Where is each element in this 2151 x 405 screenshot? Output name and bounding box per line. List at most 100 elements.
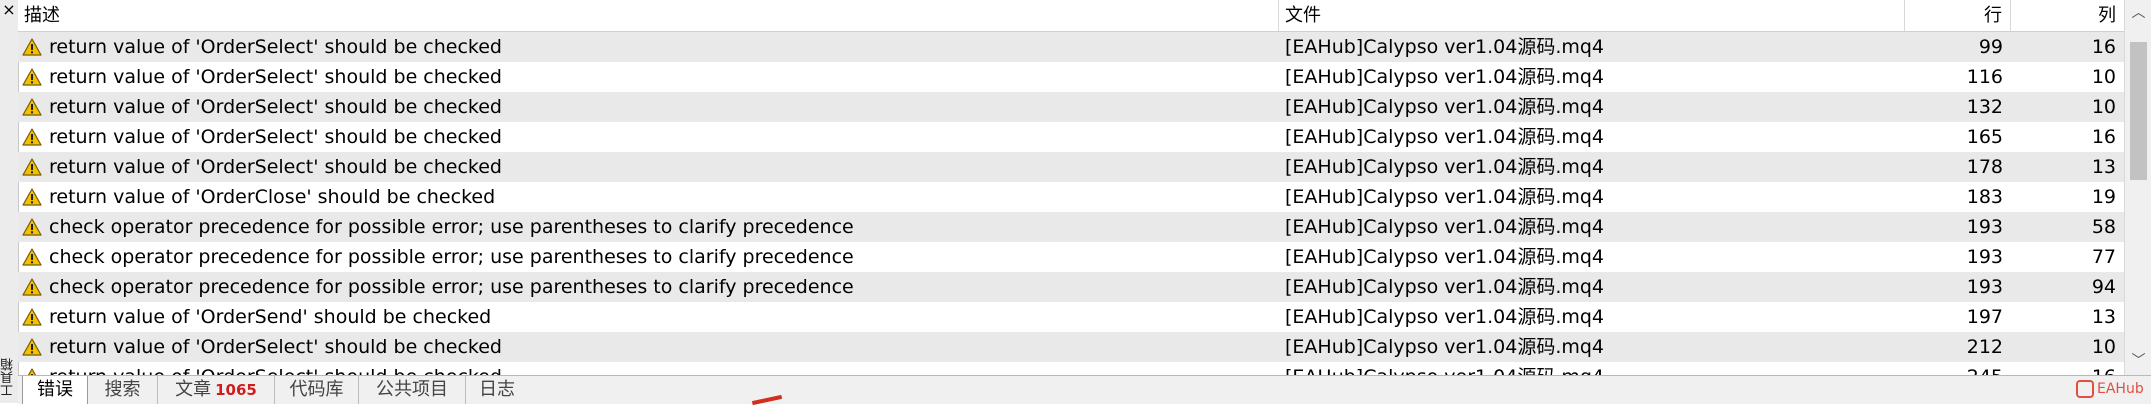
line-cell: 245 bbox=[1905, 362, 2003, 375]
table-row[interactable]: check operator precedence for possible e… bbox=[18, 212, 2124, 242]
table-row[interactable]: return value of 'OrderSelect' should be … bbox=[18, 32, 2124, 62]
close-icon[interactable]: × bbox=[1, 2, 17, 18]
scroll-down-icon[interactable]: ﹀ bbox=[2125, 348, 2151, 375]
description-cell: return value of 'OrderSelect' should be … bbox=[49, 96, 502, 118]
file-cell: [EAHub]Calypso ver1.04源码.mq4 bbox=[1285, 36, 1605, 58]
toolbox-panel: × 工具箱 bbox=[0, 0, 19, 403]
file-cell: [EAHub]Calypso ver1.04源码.mq4 bbox=[1285, 246, 1605, 268]
warning-icon bbox=[22, 367, 42, 375]
description-cell: return value of 'OrderSelect' should be … bbox=[49, 126, 502, 148]
description-cell: check operator precedence for possible e… bbox=[49, 276, 854, 298]
warning-icon bbox=[22, 67, 42, 87]
description-cell: return value of 'OrderSelect' should be … bbox=[49, 362, 1274, 375]
articles-count-badge: 1065 bbox=[215, 381, 257, 399]
table-row[interactable]: check operator precedence for possible e… bbox=[18, 242, 2124, 272]
watermark-text: EAHub bbox=[2097, 381, 2144, 397]
tab-label: 错误 bbox=[37, 379, 73, 400]
file-cell: [EAHub]Calypso ver1.04源码.mq4 bbox=[1285, 156, 1605, 178]
eahub-watermark: EAHub bbox=[2076, 378, 2144, 400]
warning-icon bbox=[22, 337, 42, 357]
tab-errors[interactable]: 错误 bbox=[22, 376, 88, 404]
file-cell: [EAHub]Calypso ver1.04源码.mq4 bbox=[1285, 362, 1900, 375]
file-cell: [EAHub]Calypso ver1.04源码.mq4 bbox=[1285, 276, 1605, 298]
file-cell: [EAHub]Calypso ver1.04源码.mq4 bbox=[1285, 336, 1605, 358]
column-cell: 58 bbox=[2091, 216, 2116, 238]
tab-label: 搜索 bbox=[104, 379, 141, 400]
table-row[interactable]: return value of 'OrderSelect' should be … bbox=[18, 152, 2124, 182]
line-cell: 132 bbox=[1966, 96, 2003, 118]
vertical-scrollbar[interactable]: ︿ ﹀ bbox=[2124, 0, 2151, 375]
tab-bar: 错误 搜索 文章 1065 代码库 公共项目 日志 bbox=[18, 375, 2151, 404]
description-cell: return value of 'OrderSelect' should be … bbox=[49, 336, 502, 358]
eahub-logo-icon bbox=[2076, 380, 2094, 398]
line-cell: 165 bbox=[1966, 126, 2003, 148]
scroll-up-icon[interactable]: ︿ bbox=[2125, 0, 2151, 27]
column-cell: 19 bbox=[2091, 186, 2116, 208]
column-cell: 10 bbox=[2091, 336, 2116, 358]
warning-icon bbox=[22, 277, 42, 297]
line-cell: 116 bbox=[1966, 66, 2003, 88]
line-cell: 193 bbox=[1966, 246, 2003, 268]
column-header-file[interactable]: 文件 bbox=[1279, 0, 1905, 31]
tab-label: 日志 bbox=[479, 379, 515, 400]
warning-icon bbox=[22, 247, 42, 267]
scrollbar-thumb[interactable] bbox=[2130, 42, 2147, 180]
description-cell: return value of 'OrderSelect' should be … bbox=[49, 156, 502, 178]
column-cell: 10 bbox=[2091, 96, 2116, 118]
tab-public-projects[interactable]: 公共项目 bbox=[359, 376, 466, 404]
file-cell: [EAHub]Calypso ver1.04源码.mq4 bbox=[1285, 96, 1605, 118]
warning-icon bbox=[22, 307, 42, 327]
file-cell: [EAHub]Calypso ver1.04源码.mq4 bbox=[1285, 126, 1605, 148]
column-header-line[interactable]: 行 bbox=[1905, 0, 2011, 31]
table-row[interactable]: return value of 'OrderSelect' should be … bbox=[18, 92, 2124, 122]
column-cell: 13 bbox=[2091, 306, 2116, 328]
tab-code-base[interactable]: 代码库 bbox=[275, 376, 359, 404]
file-cell: [EAHub]Calypso ver1.04源码.mq4 bbox=[1285, 186, 1605, 208]
table-row[interactable]: check operator precedence for possible e… bbox=[18, 272, 2124, 302]
file-cell: [EAHub]Calypso ver1.04源码.mq4 bbox=[1285, 66, 1605, 88]
column-cell: 16 bbox=[2091, 36, 2116, 58]
table-row[interactable]: return value of 'OrderSelect' should be … bbox=[18, 362, 2124, 375]
tab-journal[interactable]: 日志 bbox=[466, 376, 528, 404]
tab-label: 文章 bbox=[175, 379, 212, 400]
table-row[interactable]: return value of 'OrderClose' should be c… bbox=[18, 182, 2124, 212]
warning-icon bbox=[22, 127, 42, 147]
line-cell: 99 bbox=[1978, 36, 2003, 58]
table-row[interactable]: return value of 'OrderSelect' should be … bbox=[18, 122, 2124, 152]
description-cell: check operator precedence for possible e… bbox=[49, 216, 854, 238]
warning-icon bbox=[22, 157, 42, 177]
tab-articles[interactable]: 文章 1065 bbox=[158, 376, 275, 404]
line-cell: 193 bbox=[1966, 276, 2003, 298]
column-cell: 16 bbox=[2091, 126, 2116, 148]
warning-icon bbox=[22, 217, 42, 237]
description-cell: return value of 'OrderSelect' should be … bbox=[49, 36, 502, 58]
description-cell: return value of 'OrderClose' should be c… bbox=[49, 186, 496, 208]
description-cell: return value of 'OrderSelect' should be … bbox=[49, 66, 502, 88]
warning-icon bbox=[22, 37, 42, 57]
column-cell: 94 bbox=[2091, 276, 2116, 298]
column-header-column[interactable]: 列 bbox=[2011, 0, 2124, 31]
file-cell: [EAHub]Calypso ver1.04源码.mq4 bbox=[1285, 216, 1605, 238]
table-row[interactable]: return value of 'OrderSelect' should be … bbox=[18, 62, 2124, 92]
warning-icon bbox=[22, 187, 42, 207]
errors-table: 描述 文件 行 列 return value of 'OrderSelect' … bbox=[18, 0, 2124, 375]
column-header-description[interactable]: 描述 bbox=[18, 0, 1279, 31]
line-cell: 193 bbox=[1966, 216, 2003, 238]
description-cell: return value of 'OrderSend' should be ch… bbox=[49, 306, 492, 328]
tab-search[interactable]: 搜索 bbox=[88, 376, 158, 404]
description-cell: check operator precedence for possible e… bbox=[49, 246, 854, 268]
tab-label: 公共项目 bbox=[376, 379, 448, 400]
toolbox-label: 工具箱 bbox=[1, 358, 16, 398]
table-row[interactable]: return value of 'OrderSend' should be ch… bbox=[18, 302, 2124, 332]
tab-label: 代码库 bbox=[289, 379, 344, 400]
line-cell: 212 bbox=[1966, 336, 2003, 358]
line-cell: 183 bbox=[1966, 186, 2003, 208]
line-cell: 178 bbox=[1966, 156, 2003, 178]
column-cell: 77 bbox=[2091, 246, 2116, 268]
file-cell: [EAHub]Calypso ver1.04源码.mq4 bbox=[1285, 306, 1605, 328]
column-cell: 10 bbox=[2091, 66, 2116, 88]
table-body: return value of 'OrderSelect' should be … bbox=[18, 32, 2124, 375]
column-cell: 16 bbox=[2011, 362, 2116, 375]
table-header: 描述 文件 行 列 bbox=[18, 0, 2124, 32]
table-row[interactable]: return value of 'OrderSelect' should be … bbox=[18, 332, 2124, 362]
